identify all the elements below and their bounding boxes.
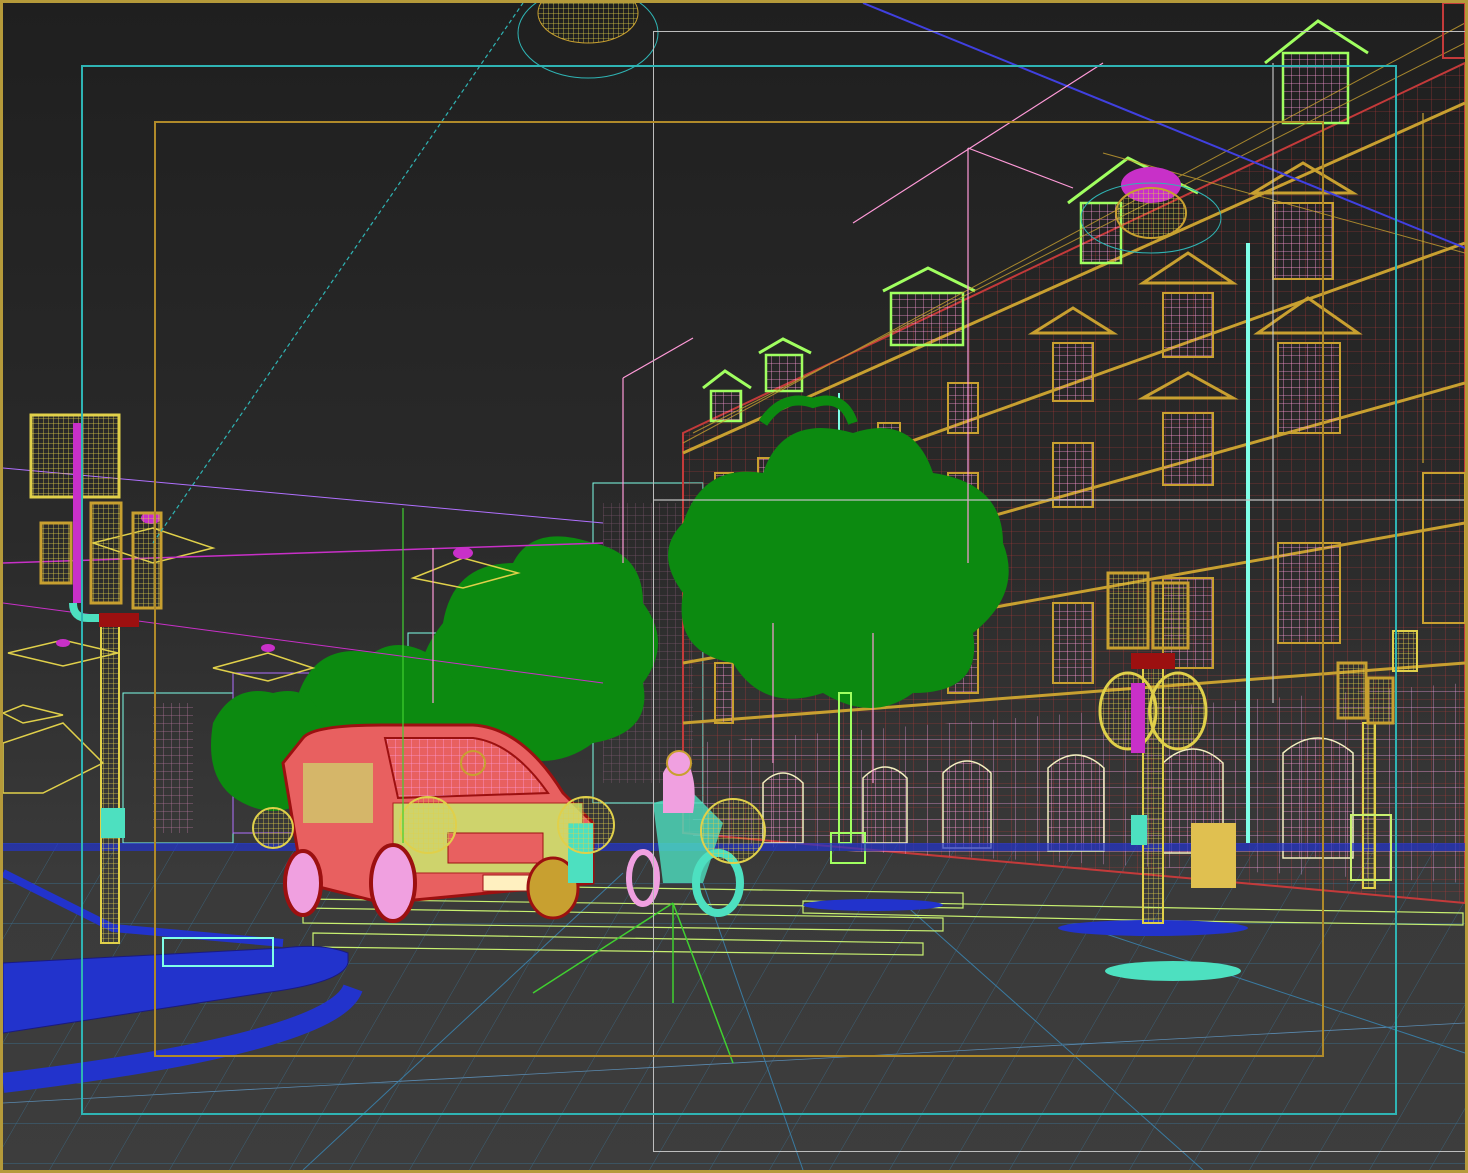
camera-viewport[interactable] (0, 0, 1468, 1173)
wireframe-scene[interactable] (3, 3, 1465, 1170)
ground-grid (3, 843, 1465, 1170)
